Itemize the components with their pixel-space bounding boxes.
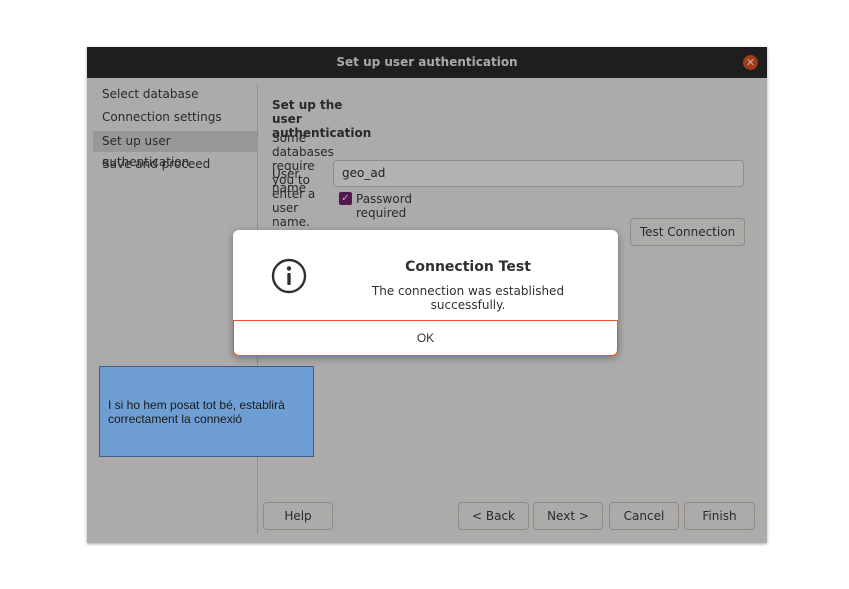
connection-test-dialog: Connection Test The connection was estab… <box>233 230 618 356</box>
modal-overlay: Connection Test The connection was estab… <box>0 0 849 589</box>
info-icon <box>271 258 307 294</box>
dialog-message: The connection was established successfu… <box>371 284 565 312</box>
dialog-title: Connection Test <box>405 259 531 275</box>
annotation-callout: I si ho hem posat tot bé, establirà corr… <box>99 366 314 457</box>
ok-button[interactable]: OK <box>233 320 618 356</box>
